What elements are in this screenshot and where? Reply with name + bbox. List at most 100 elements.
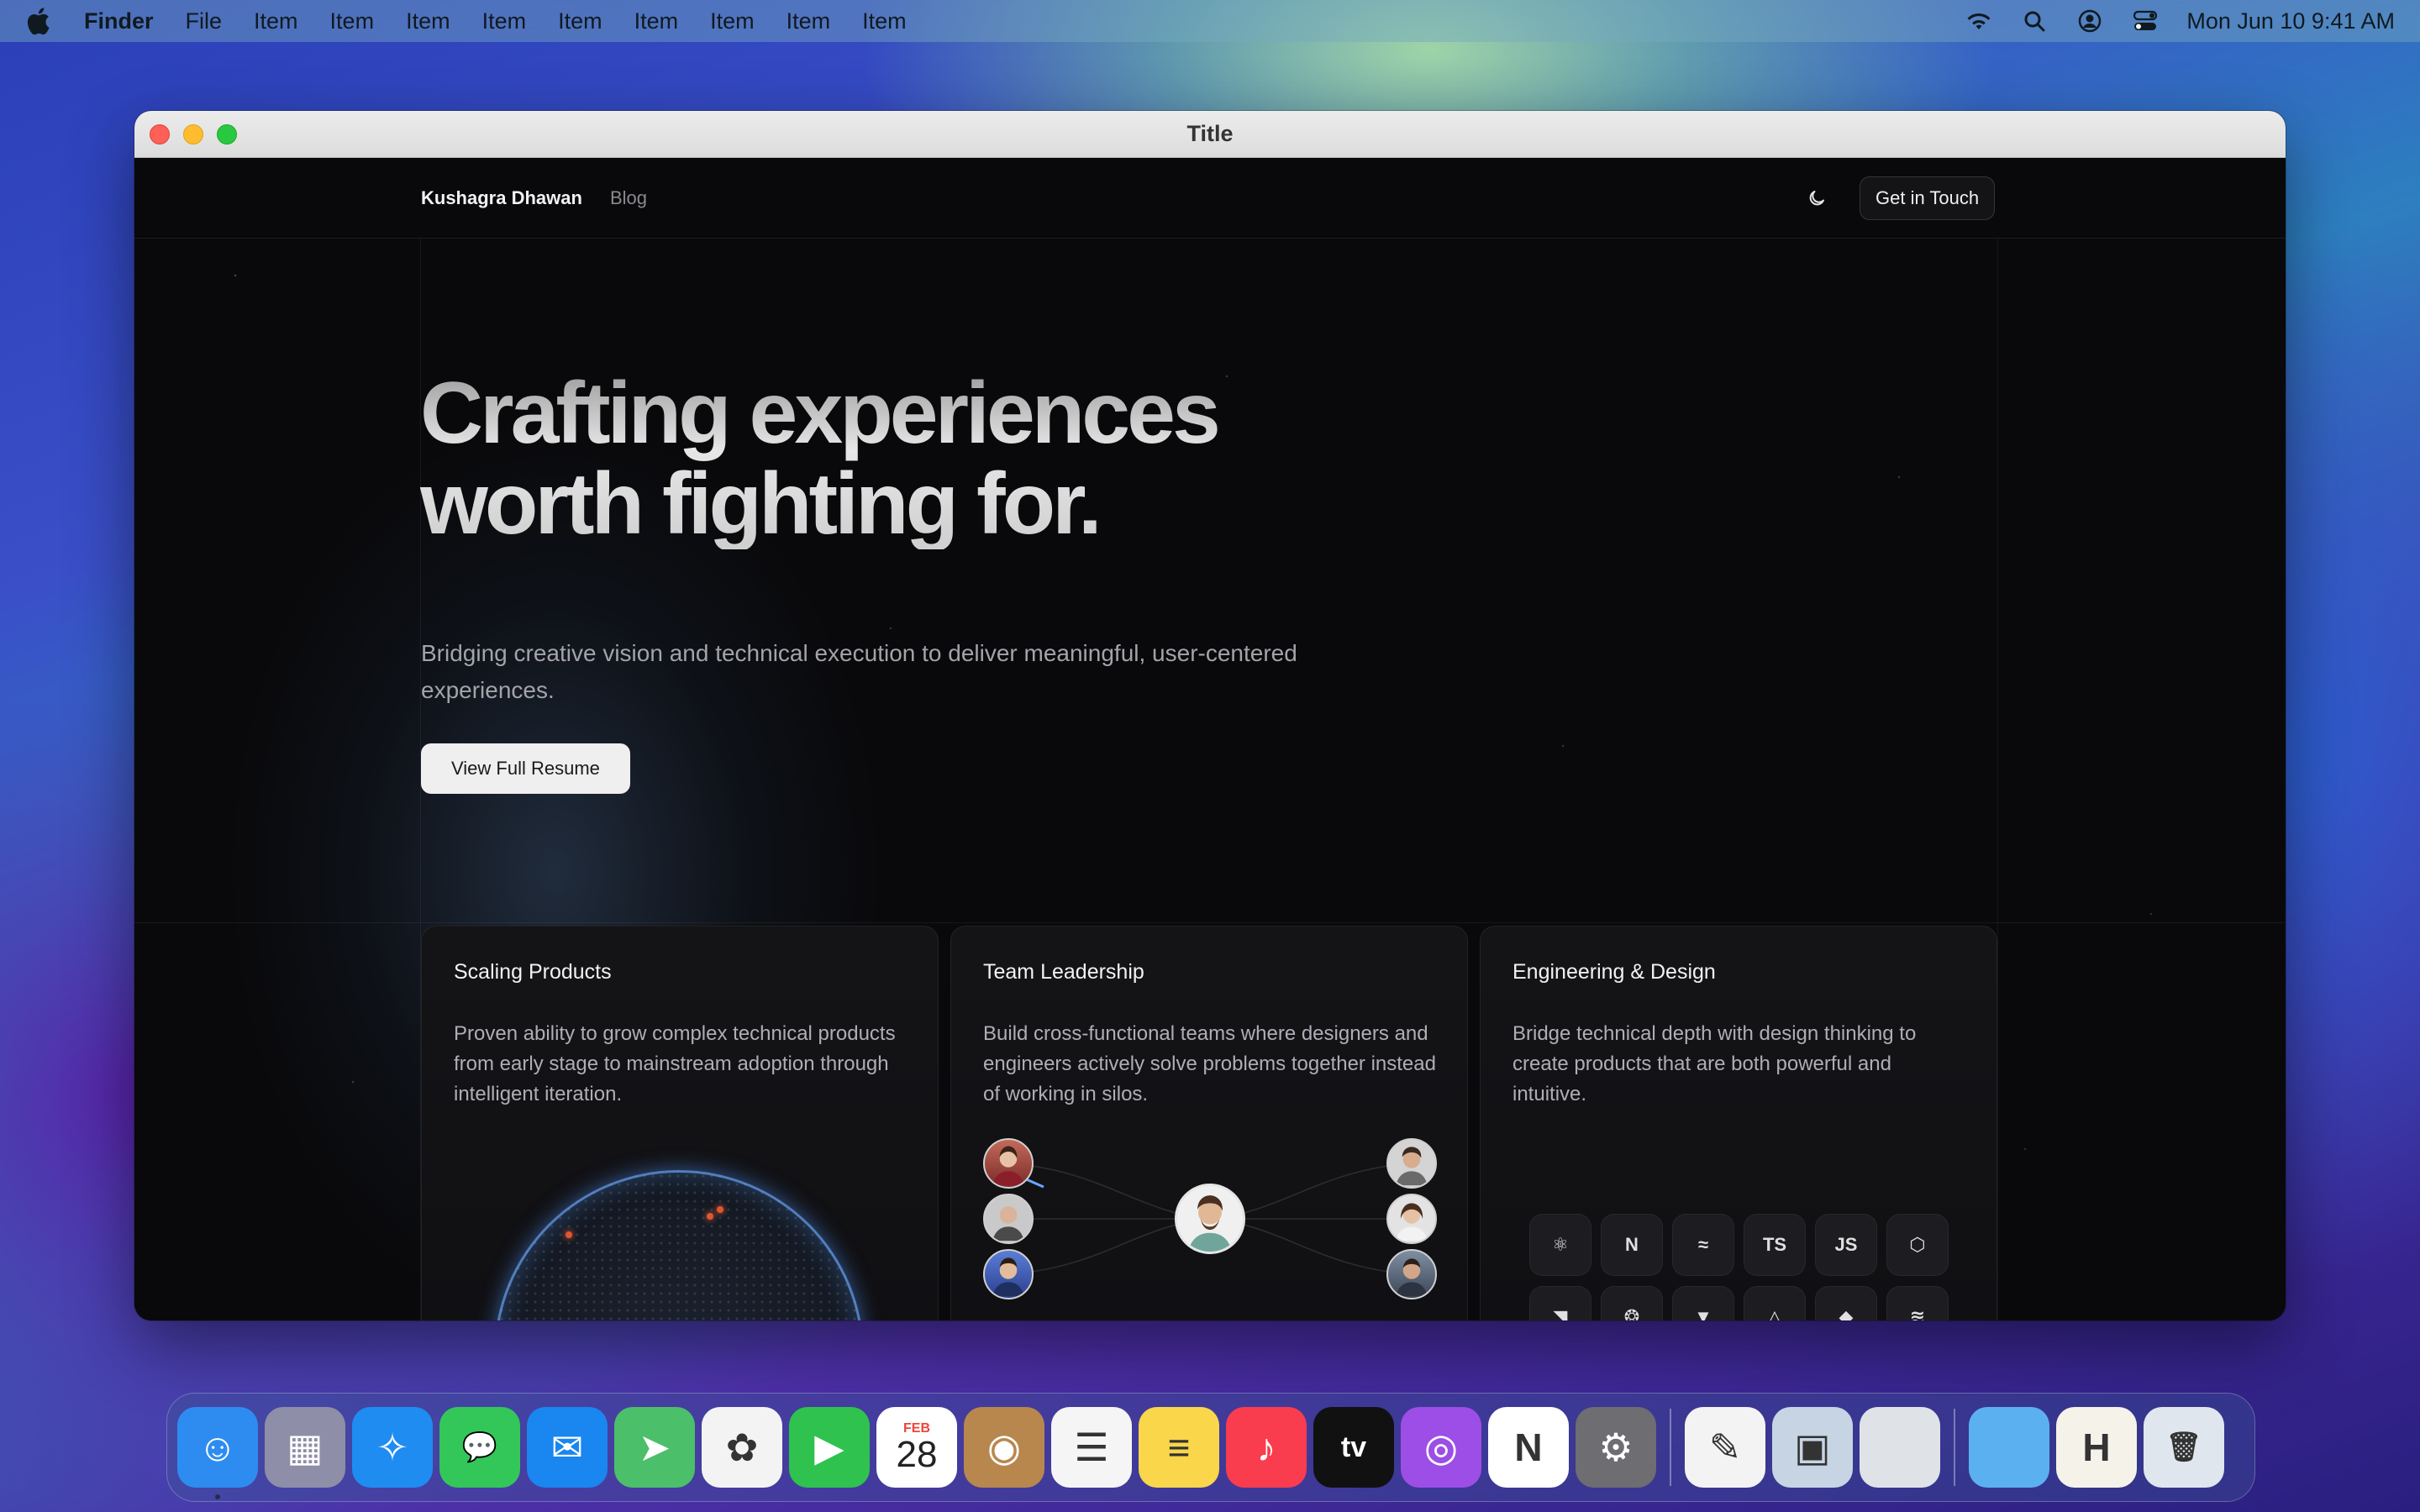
graphql-icon: ❂ bbox=[1601, 1286, 1663, 1320]
maps-icon[interactable]: ➤ bbox=[614, 1407, 695, 1488]
dock-icon-glyph: ☰ bbox=[1074, 1425, 1109, 1469]
menu-bar: Finder File Item Item Item Item Item Ite… bbox=[0, 0, 2420, 42]
tech-stack-grid: ⚛ N ≈ TS JS ⬡ ◥ ❂ ▼ △ ◆ ≋ bbox=[1529, 1214, 1949, 1320]
dock-icon-glyph: 💬 bbox=[461, 1431, 498, 1463]
folder-icon[interactable] bbox=[1969, 1407, 2049, 1488]
dock-icon-glyph: ⚙ bbox=[1598, 1425, 1634, 1469]
dock-icon-glyph: ✧ bbox=[376, 1425, 409, 1469]
team-network-graphic bbox=[951, 1120, 1467, 1320]
photos-icon[interactable]: ✿ bbox=[702, 1407, 782, 1488]
hero-title-line: Crafting experiences bbox=[420, 365, 1218, 462]
nextjs-icon: N bbox=[1601, 1214, 1663, 1276]
menu-item[interactable]: Item bbox=[710, 8, 755, 34]
menu-item[interactable]: Item bbox=[558, 8, 602, 34]
view-resume-button[interactable]: View Full Resume bbox=[421, 743, 630, 794]
launchpad-icon[interactable]: ▦ bbox=[265, 1407, 345, 1488]
document-icon[interactable]: H bbox=[2056, 1407, 2137, 1488]
team-avatar bbox=[1386, 1249, 1437, 1299]
news-icon[interactable]: N bbox=[1488, 1407, 1569, 1488]
control-center-icon[interactable] bbox=[2131, 7, 2160, 35]
team-avatar bbox=[983, 1249, 1034, 1299]
dock-icon-glyph: ▦ bbox=[287, 1425, 324, 1469]
close-window-button[interactable] bbox=[150, 123, 170, 144]
menu-item[interactable]: Item bbox=[786, 8, 831, 34]
dock-icon-glyph: tv bbox=[1340, 1431, 1367, 1463]
dock-icon-glyph: ♪ bbox=[1256, 1425, 1276, 1469]
apple-menu-icon[interactable] bbox=[25, 7, 50, 35]
notes-icon[interactable]: ≡ bbox=[1139, 1407, 1219, 1488]
site-brand-link[interactable]: Kushagra Dhawan bbox=[421, 187, 582, 209]
trash-icon[interactable]: 🗑 bbox=[2144, 1407, 2224, 1488]
running-indicator bbox=[215, 1494, 220, 1499]
page-content: Kushagra Dhawan Blog Get in Touch Crafti… bbox=[134, 158, 2286, 1320]
dock-icon-glyph: ▶ bbox=[814, 1425, 844, 1469]
mail-icon[interactable]: ✉ bbox=[527, 1407, 608, 1488]
team-avatar bbox=[983, 1138, 1034, 1189]
dock-icon-glyph: ✉ bbox=[550, 1425, 584, 1469]
globe-marker bbox=[717, 1206, 723, 1213]
tv-icon[interactable]: tv bbox=[1313, 1407, 1394, 1488]
team-avatar bbox=[983, 1194, 1034, 1244]
prisma-icon: △ bbox=[1744, 1286, 1806, 1320]
preview-icon[interactable]: ▣ bbox=[1772, 1407, 1853, 1488]
menu-item[interactable]: Item bbox=[254, 8, 298, 34]
blank-app-icon[interactable] bbox=[1860, 1407, 1940, 1488]
hero-title-line: worth fighting for. bbox=[420, 455, 1099, 553]
calendar-icon[interactable]: FEB 28 bbox=[876, 1407, 957, 1488]
get-in-touch-button[interactable]: Get in Touch bbox=[1860, 176, 1996, 220]
site-nav: Kushagra Dhawan Blog Get in Touch bbox=[134, 158, 2286, 239]
dock-icon-glyph: ◉ bbox=[986, 1425, 1022, 1469]
team-avatar bbox=[1386, 1138, 1437, 1189]
contacts-icon[interactable]: ◉ bbox=[964, 1407, 1044, 1488]
framer-icon: ◥ bbox=[1529, 1286, 1591, 1320]
menu-app-name[interactable]: Finder bbox=[84, 8, 154, 34]
menu-clock[interactable]: Mon Jun 10 9:41 AM bbox=[2186, 8, 2395, 34]
nav-blog-link[interactable]: Blog bbox=[610, 187, 647, 209]
reminders-icon[interactable]: ☰ bbox=[1051, 1407, 1132, 1488]
moon-icon[interactable] bbox=[1802, 183, 1832, 213]
hero-title: Crafting experiences worth fighting for. bbox=[420, 368, 1512, 549]
messages-icon[interactable]: 💬 bbox=[439, 1407, 520, 1488]
menu-item[interactable]: Item bbox=[482, 8, 527, 34]
dock-icon-glyph: ✿ bbox=[725, 1425, 759, 1469]
textedit-icon[interactable]: ✎ bbox=[1685, 1407, 1765, 1488]
facetime-icon[interactable]: ▶ bbox=[789, 1407, 870, 1488]
hero-subtitle-line: experiences. bbox=[421, 677, 555, 703]
card-engineering-design: Engineering & Design Bridge technical de… bbox=[1480, 926, 1997, 1320]
card-team-leadership: Team Leadership Build cross-functional t… bbox=[950, 926, 1468, 1320]
menu-item[interactable]: Item bbox=[330, 8, 375, 34]
grid-guide-line bbox=[134, 922, 2286, 923]
safari-icon[interactable]: ✧ bbox=[352, 1407, 433, 1488]
dock-separator bbox=[1954, 1409, 1955, 1486]
globe-graphic bbox=[494, 1170, 864, 1320]
calendar-day: 28 bbox=[896, 1434, 938, 1475]
dock-icon-glyph: ➤ bbox=[638, 1425, 671, 1469]
globe-marker bbox=[566, 1231, 572, 1238]
card-description: Bridge technical depth with design think… bbox=[1512, 1022, 1917, 1105]
card-description: Proven ability to grow complex technical… bbox=[454, 1022, 896, 1105]
react-icon: ⚛ bbox=[1529, 1214, 1591, 1276]
docker-icon: ≋ bbox=[1886, 1286, 1949, 1320]
team-avatar bbox=[1386, 1194, 1437, 1244]
music-icon[interactable]: ♪ bbox=[1226, 1407, 1307, 1488]
grid-guide-line bbox=[1997, 239, 1998, 1320]
team-lead-avatar bbox=[1175, 1184, 1245, 1254]
user-icon[interactable] bbox=[2075, 7, 2104, 35]
window-titlebar[interactable]: Title bbox=[134, 111, 2286, 158]
finder-icon[interactable]: ☺ bbox=[177, 1407, 258, 1499]
system-settings-icon[interactable]: ⚙ bbox=[1576, 1407, 1656, 1488]
globe-marker bbox=[707, 1213, 713, 1220]
nodejs-icon: ⬡ bbox=[1886, 1214, 1949, 1276]
menu-item[interactable]: Item bbox=[634, 8, 679, 34]
podcasts-icon[interactable]: ◎ bbox=[1401, 1407, 1481, 1488]
menu-item-file[interactable]: File bbox=[186, 8, 223, 34]
dock-icon-glyph: H bbox=[2082, 1425, 2111, 1469]
menu-item[interactable]: Item bbox=[862, 8, 907, 34]
wifi-icon[interactable] bbox=[1965, 7, 1993, 35]
minimize-window-button[interactable] bbox=[183, 123, 203, 144]
search-icon[interactable] bbox=[2020, 7, 2049, 35]
menu-item[interactable]: Item bbox=[406, 8, 450, 34]
zoom-window-button[interactable] bbox=[217, 123, 237, 144]
javascript-icon: JS bbox=[1815, 1214, 1877, 1276]
card-title: Scaling Products bbox=[454, 960, 612, 984]
